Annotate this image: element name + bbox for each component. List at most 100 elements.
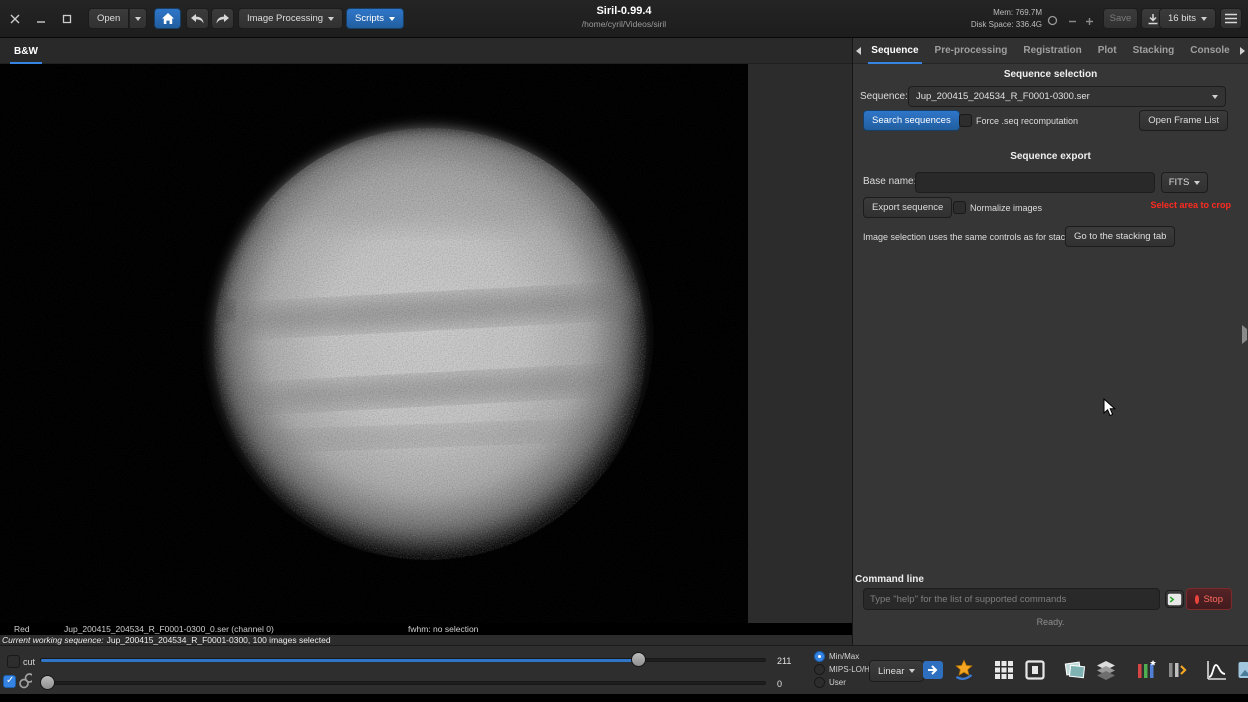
link-thresholds-checkbox[interactable] (3, 675, 16, 688)
search-sequences-label: Search sequences (872, 115, 951, 126)
histogram-icon[interactable] (1204, 656, 1230, 684)
go-to-stacking-tab-button[interactable]: Go to the stacking tab (1065, 226, 1176, 247)
chain-link-icon[interactable] (18, 672, 32, 688)
tab-plot[interactable]: Plot (1090, 38, 1125, 64)
zoom-level-icon[interactable] (1045, 13, 1059, 27)
hamburger-icon (1225, 13, 1237, 24)
low-threshold-slider[interactable] (40, 675, 766, 691)
sequence-label: Sequence: (860, 91, 908, 102)
frame-grid-icon[interactable] (991, 656, 1017, 684)
slider-thumb[interactable] (630, 652, 646, 667)
command-status: Ready. (1036, 617, 1065, 627)
working-sequence-label: Current working sequence: (2, 635, 104, 645)
tab-pre-processing[interactable]: Pre-processing (927, 38, 1016, 64)
command-help-button[interactable] (1165, 590, 1184, 608)
slider-fill (41, 659, 640, 662)
scripts-label: Scripts (355, 13, 385, 24)
base-name-input[interactable] (915, 172, 1155, 193)
image-analysis-icon[interactable] (1235, 656, 1248, 684)
bottom-toolbar (920, 656, 1248, 684)
command-line-input[interactable] (863, 588, 1160, 610)
image-viewer-pane: B&W Red Jup_200415_204534_R_F0001-0300_0… (0, 38, 852, 645)
base-name-label: Base name: (863, 176, 917, 187)
hamburger-menu-button[interactable] (1220, 8, 1242, 29)
topbar: Open Image Processing Scripts Siril-0.99… (0, 0, 1248, 38)
jupiter-image-canvas[interactable] (0, 64, 748, 623)
chevron-down-icon (1201, 16, 1207, 21)
mode-minmax-label: Min/Max (829, 652, 860, 661)
sequence-selection-title: Sequence selection (1003, 69, 1098, 80)
open-frame-list-button[interactable]: Open Frame List (1139, 110, 1228, 131)
mode-mips-radio[interactable] (814, 664, 825, 675)
home-button[interactable] (154, 8, 181, 29)
redo-icon (216, 13, 229, 23)
chevron-down-icon (1194, 180, 1201, 185)
export-sequence-button[interactable]: Export sequence (863, 197, 953, 218)
mode-minmax-radio[interactable] (814, 651, 825, 662)
stacking-note: Image selection uses the same controls a… (863, 232, 1085, 242)
channel-align-icon[interactable] (1133, 656, 1159, 684)
star-registration-icon[interactable] (951, 656, 977, 684)
export-format-dropdown[interactable]: FITS (1161, 172, 1208, 193)
go-to-stacking-tab-label: Go to the stacking tab (1074, 231, 1167, 242)
undo-button[interactable] (186, 8, 209, 29)
status-filename: Jup_200415_204534_R_F0001-0300_0.ser (ch… (64, 624, 274, 634)
scripts-menu-button[interactable]: Scripts (346, 8, 405, 29)
stop-button[interactable]: Stop (1186, 588, 1232, 610)
tab-sequence[interactable]: Sequence (863, 38, 926, 64)
normalize-images-checkbox[interactable] (953, 201, 966, 214)
single-frame-icon[interactable] (1022, 656, 1048, 684)
force-seq-recomputation-checkbox[interactable] (959, 114, 972, 127)
download-icon (1148, 13, 1157, 24)
bit-depth-dropdown[interactable]: 16 bits (1159, 8, 1216, 29)
display-scale-dropdown[interactable]: Linear (869, 660, 925, 682)
tabs-scroll-right-icon[interactable] (1238, 38, 1248, 64)
viewer-tabbar: B&W (0, 38, 852, 64)
slider-track[interactable] (40, 681, 766, 685)
slider-thumb[interactable] (40, 675, 55, 690)
low-threshold-value: 0 (777, 679, 783, 689)
open-button[interactable]: Open (88, 8, 130, 29)
panel-tabbar: Sequence Pre-processing Registration Plo… (853, 38, 1248, 64)
chevron-down-icon (909, 669, 916, 673)
search-sequences-button[interactable]: Search sequences (863, 110, 960, 131)
open-frame-list-label: Open Frame List (1148, 115, 1219, 126)
tab-console[interactable]: Console (1182, 38, 1237, 64)
panel-resize-arrow-icon[interactable] (1242, 325, 1247, 344)
channel-shift-icon[interactable] (1164, 656, 1190, 684)
tab-stacking[interactable]: Stacking (1125, 38, 1183, 64)
tabs-scroll-left-icon[interactable] (853, 38, 863, 64)
zoom-in-icon[interactable] (1082, 14, 1096, 28)
memory-usage: Mem: 769.7M (993, 8, 1042, 17)
command-line-title: Command line (855, 574, 924, 585)
chevron-down-icon (389, 16, 396, 21)
sequence-combobox-value: Jup_200415_204534_R_F0001-0300.ser (916, 91, 1090, 102)
layer-stack-icon[interactable] (1093, 656, 1119, 684)
sequence-combobox[interactable]: Jup_200415_204534_R_F0001-0300.ser (908, 86, 1226, 107)
high-threshold-slider[interactable] (40, 652, 766, 668)
image-processing-menu-button[interactable]: Image Processing (238, 8, 344, 29)
cut-checkbox[interactable] (7, 655, 20, 668)
mono-channel-icon[interactable] (920, 656, 946, 684)
photo-stack-icon[interactable] (1062, 656, 1088, 684)
chevron-down-icon (328, 16, 335, 21)
window-title: Siril-0.99.4 /home/cyril/Videos/siril (420, 5, 828, 29)
close-icon[interactable] (8, 12, 22, 26)
save-button[interactable]: Save (1103, 8, 1138, 29)
open-recent-dropdown[interactable] (130, 8, 147, 29)
high-threshold-value: 211 (777, 656, 792, 666)
tab-bw[interactable]: B&W (0, 38, 52, 64)
bit-depth-label: 16 bits (1168, 13, 1196, 24)
redo-button[interactable] (211, 8, 234, 29)
stop-label: Stop (1203, 593, 1223, 605)
working-sequence-value: Jup_200415_204534_R_F0001-0300, 100 imag… (106, 635, 331, 645)
image-status-bar: Red Jup_200415_204534_R_F0001-0300_0.ser… (0, 623, 852, 635)
minimize-icon[interactable] (34, 12, 48, 26)
terminal-icon (1167, 593, 1182, 605)
tab-registration[interactable]: Registration (1015, 38, 1089, 64)
mode-user-label: User (829, 678, 846, 687)
mode-user-radio[interactable] (814, 677, 825, 688)
app-title: Siril-0.99.4 (596, 5, 652, 17)
zoom-out-icon[interactable] (1065, 14, 1079, 28)
maximize-icon[interactable] (60, 12, 74, 26)
